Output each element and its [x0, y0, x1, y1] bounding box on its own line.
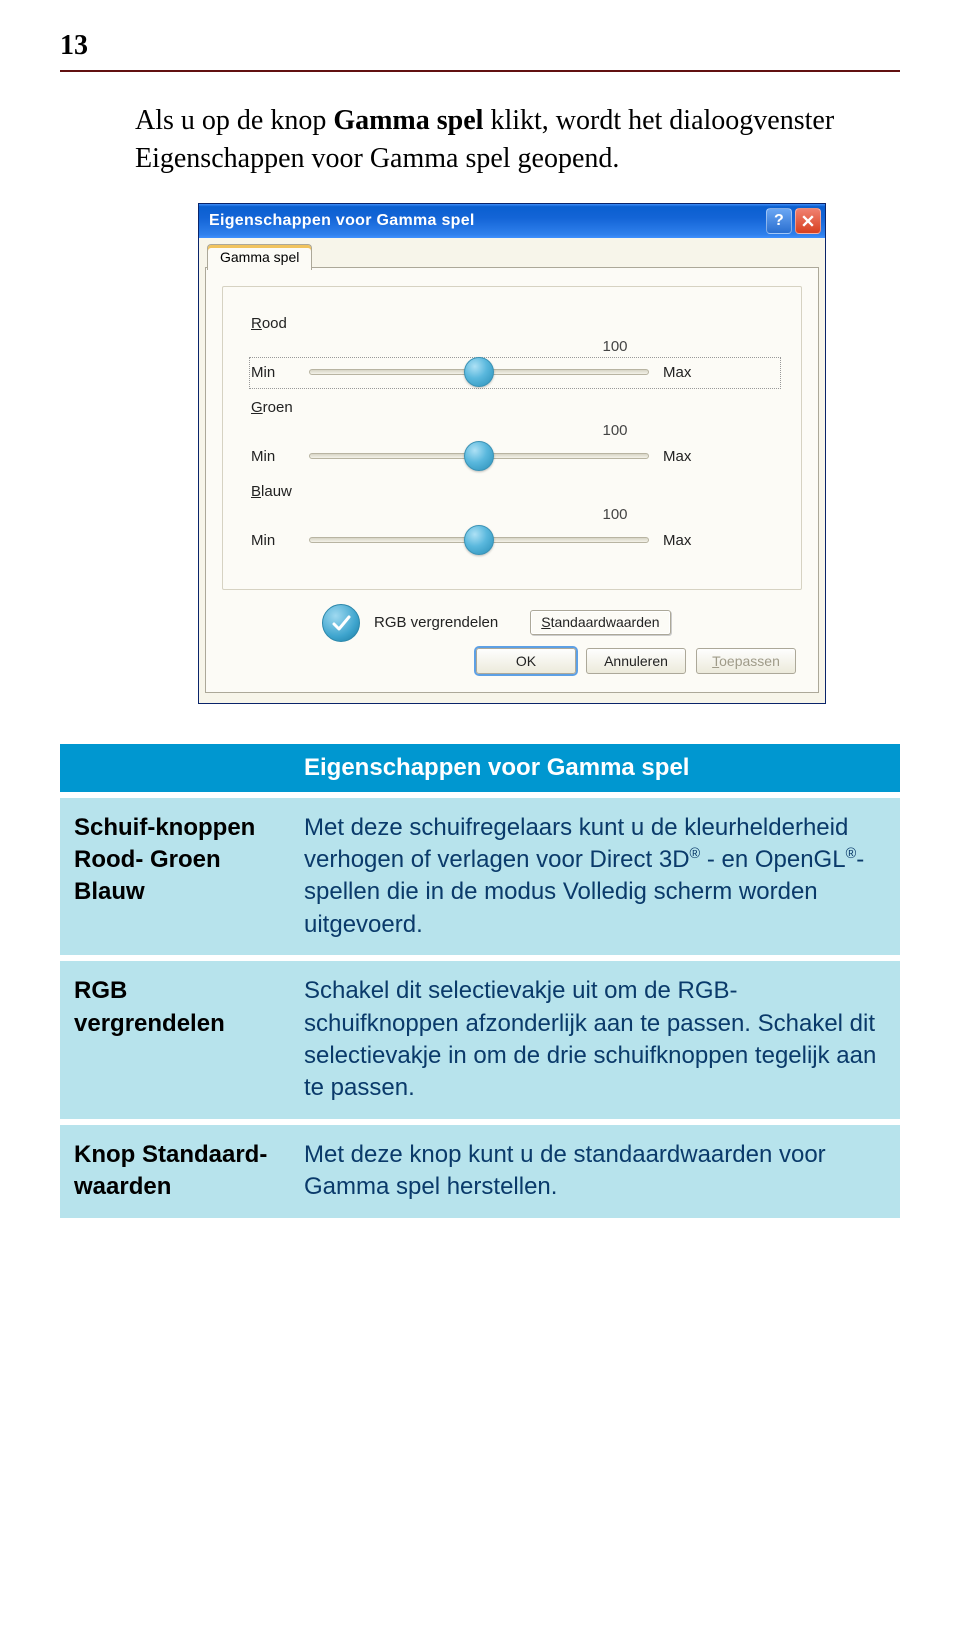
- help-button[interactable]: ?: [766, 208, 792, 234]
- ok-button[interactable]: OK: [476, 648, 576, 674]
- checkmark-icon: [331, 613, 351, 633]
- horizontal-rule: [60, 70, 900, 72]
- close-button[interactable]: [795, 208, 821, 234]
- table-row: RGB vergrendelen Schakel dit selectievak…: [60, 958, 900, 1122]
- tab-gamma-spel[interactable]: Gamma spel: [207, 244, 312, 270]
- slider-min-rood: Min: [251, 364, 295, 381]
- slider-max-blauw: Max: [663, 532, 707, 549]
- table-row: Schuif-knoppen Rood- Groen Blauw Met dez…: [60, 795, 900, 959]
- slider-max-groen: Max: [663, 448, 707, 465]
- slider-value-groen: 100: [451, 422, 779, 439]
- slider-thumb-icon[interactable]: [464, 357, 494, 387]
- rgb-lock-label: RGB vergrendelen: [374, 614, 498, 631]
- row-label-defaults: Knop Standaard-waarden: [60, 1122, 290, 1218]
- close-icon: [802, 215, 814, 227]
- row-desc-rgb-lock: Schakel dit selectievakje uit om de RGB-…: [290, 958, 900, 1122]
- slider-rood[interactable]: [309, 359, 649, 387]
- intro-prefix: Als u op de knop: [135, 105, 333, 136]
- intro-bold: Gamma spel: [333, 105, 483, 136]
- slider-blauw[interactable]: [309, 527, 649, 555]
- gamma-properties-dialog: Eigenschappen voor Gamma spel ? Gamma sp…: [198, 203, 826, 704]
- help-icon: ?: [774, 212, 784, 230]
- page-number: 13: [60, 30, 900, 62]
- sliders-groupbox: Rood 100 Min Max Groen 100 Min: [222, 286, 802, 590]
- defaults-button[interactable]: Standaardwaarden: [530, 610, 670, 635]
- table-header-blank: [60, 744, 290, 795]
- slider-value-blauw: 100: [451, 506, 779, 523]
- slider-thumb-icon[interactable]: [464, 441, 494, 471]
- slider-value-rood: 100: [451, 338, 779, 355]
- slider-thumb-icon[interactable]: [464, 525, 494, 555]
- row-desc-defaults: Met deze knop kunt u de standaardwaarden…: [290, 1122, 900, 1218]
- properties-table: Eigenschappen voor Gamma spel Schuif-kno…: [60, 744, 900, 1218]
- dialog-title: Eigenschappen voor Gamma spel: [209, 212, 475, 230]
- slider-max-rood: Max: [663, 364, 707, 381]
- slider-label-groen: Groen: [251, 399, 779, 416]
- slider-min-groen: Min: [251, 448, 295, 465]
- row-label-sliders: Schuif-knoppen Rood- Groen Blauw: [60, 795, 290, 959]
- table-header: Eigenschappen voor Gamma spel: [290, 744, 900, 795]
- row-label-rgb-lock: RGB vergrendelen: [60, 958, 290, 1122]
- slider-label-rood: Rood: [251, 315, 779, 332]
- dialog-titlebar[interactable]: Eigenschappen voor Gamma spel ?: [199, 204, 825, 238]
- row-desc-sliders: Met deze schuifregelaars kunt u de kleur…: [290, 795, 900, 959]
- table-row: Knop Standaard-waarden Met deze knop kun…: [60, 1122, 900, 1218]
- intro-paragraph: Als u op de knop Gamma spel klikt, wordt…: [135, 102, 900, 178]
- rgb-lock-toggle[interactable]: [322, 604, 360, 642]
- cancel-button[interactable]: Annuleren: [586, 648, 686, 674]
- apply-button[interactable]: Toepassen: [696, 648, 796, 674]
- slider-groen[interactable]: [309, 443, 649, 471]
- slider-label-blauw: Blauw: [251, 483, 779, 500]
- slider-min-blauw: Min: [251, 532, 295, 549]
